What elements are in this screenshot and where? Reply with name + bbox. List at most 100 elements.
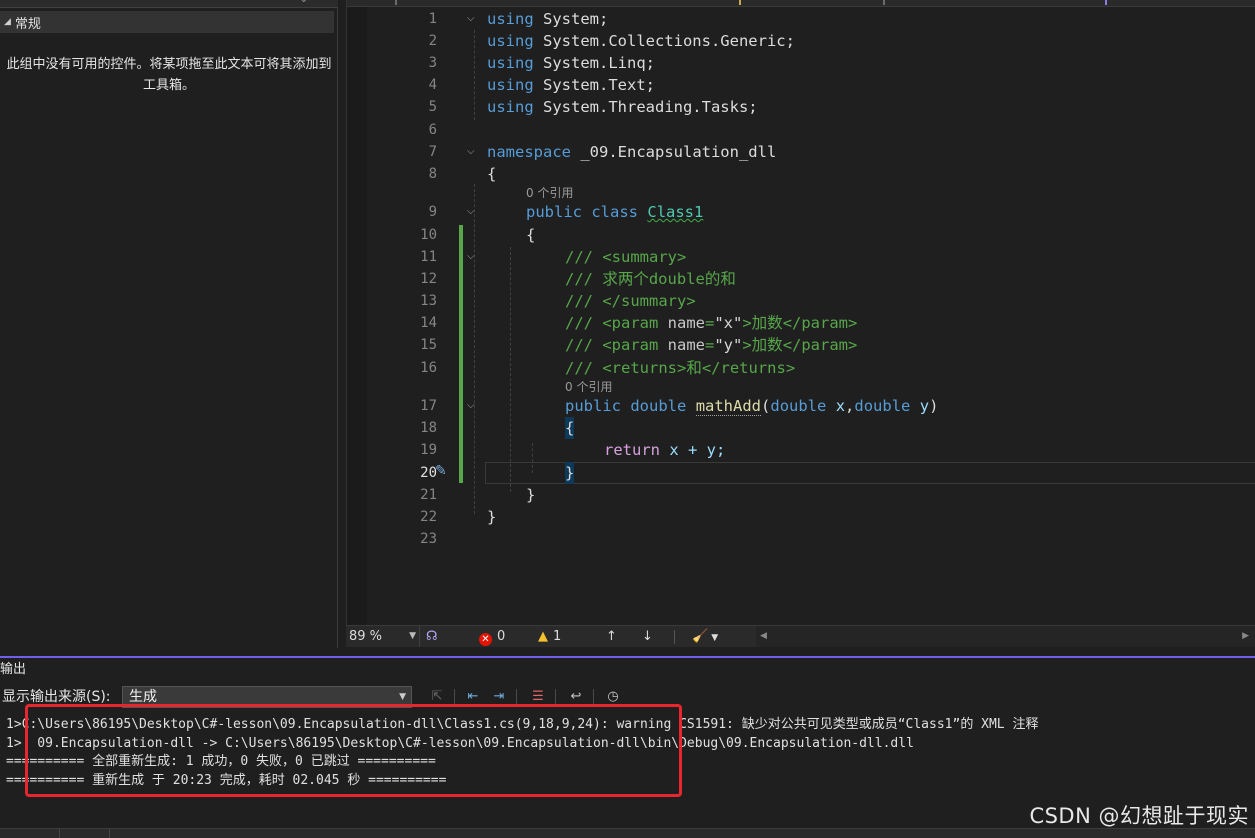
class-name[interactable]: Class1 bbox=[647, 203, 703, 221]
codelens-references[interactable]: 0 个引用 bbox=[526, 185, 573, 201]
namespace-name: _09.Encapsulation_dll bbox=[571, 143, 777, 161]
code-line[interactable]: 4 using System.Text; bbox=[347, 74, 1255, 96]
keyword: using bbox=[487, 54, 534, 72]
code-line[interactable]: 5 using System.Threading.Tasks; bbox=[347, 96, 1255, 118]
output-text[interactable]: 1>C:\Users\86195\Desktop\C#-lesson\09.En… bbox=[6, 716, 1038, 790]
timestamp-clock-icon[interactable]: ◷ bbox=[602, 686, 624, 708]
panel-splitter[interactable] bbox=[0, 648, 1255, 658]
keyword: public bbox=[565, 397, 621, 415]
code-line[interactable]: 23 bbox=[347, 528, 1255, 550]
editor-tab-strip[interactable] bbox=[347, 0, 1255, 7]
next-issue-arrow-icon[interactable]: ↓ bbox=[642, 626, 653, 647]
output-line: 1> 09.Encapsulation-dll -> C:\Users\8619… bbox=[6, 735, 914, 751]
code-line[interactable]: 17 ⌵ public double mathAdd(double x,doub… bbox=[347, 395, 1255, 417]
vertical-splitter[interactable] bbox=[338, 0, 346, 648]
keyword: using bbox=[487, 76, 534, 94]
goto-location-icon[interactable]: ⇱ bbox=[426, 686, 448, 708]
output-source-select[interactable]: 生成 ▼ bbox=[122, 686, 412, 708]
xml-tag: <param bbox=[602, 336, 668, 354]
fold-toggle-icon[interactable]: ⌵ bbox=[467, 8, 475, 30]
code-line[interactable]: 15 /// <param name="y">加数</param> bbox=[347, 334, 1255, 356]
line-number: 7 bbox=[428, 144, 437, 160]
chevron-down-icon: ▼ bbox=[399, 692, 406, 702]
brace: { bbox=[487, 165, 497, 183]
xml-value: "x" bbox=[714, 314, 743, 332]
code-line[interactable]: 3 using System.Linq; bbox=[347, 52, 1255, 74]
bottom-tab[interactable] bbox=[66, 829, 110, 838]
parameter: x bbox=[835, 397, 846, 415]
previous-message-icon[interactable]: ⇤ bbox=[462, 686, 484, 708]
fold-toggle-icon[interactable]: ⌵ bbox=[467, 141, 475, 163]
warning-count-value: 1 bbox=[553, 629, 562, 644]
scroll-right-icon[interactable]: ▶ bbox=[1242, 626, 1249, 647]
code-line[interactable]: 9 ⌵ public class Class1 bbox=[347, 201, 1255, 223]
fold-toggle-icon[interactable]: ⌵ bbox=[467, 395, 475, 417]
output-line: ========== 全部重新生成: 1 成功，0 失败，0 已跳过 =====… bbox=[6, 754, 436, 769]
editor-status-bar: 89 % ▼ ☊ ✕ 0 ▲ 1 ↑ ↓ 🧹 ▼ ◀ ▶ bbox=[346, 625, 1255, 647]
line-number: 14 bbox=[420, 315, 437, 331]
code-editor[interactable]: ✎ 1 ⌵ using System; 2 using System.Colle… bbox=[346, 0, 1255, 625]
toolbar-separator bbox=[555, 689, 556, 705]
toolbar-separator bbox=[593, 689, 594, 705]
output-source-value: 生成 bbox=[129, 689, 157, 705]
xml-value: "y" bbox=[714, 336, 743, 354]
code-line[interactable]: 11 ⌵ /// <summary> bbox=[347, 246, 1255, 268]
clear-all-icon[interactable]: ☰ bbox=[527, 686, 549, 708]
zoom-dropdown[interactable]: 89 % ▼ bbox=[346, 626, 420, 647]
code-line[interactable]: 19 return x + y; bbox=[347, 439, 1255, 461]
fold-toggle-icon[interactable]: ⌵ bbox=[467, 201, 475, 223]
toolbox-group-general[interactable]: ◢ 常规 bbox=[0, 11, 334, 33]
error-count[interactable]: ✕ 0 bbox=[479, 626, 505, 647]
code-line[interactable]: 10 { bbox=[347, 224, 1255, 246]
fold-toggle-icon[interactable]: ⌵ bbox=[467, 246, 475, 268]
code-line[interactable]: 18 { bbox=[347, 417, 1255, 439]
line-number: 19 bbox=[420, 442, 437, 458]
code-cleanup-brush-icon[interactable]: 🧹 ▼ bbox=[692, 626, 718, 649]
code-line-current[interactable]: 20 } bbox=[347, 462, 1255, 484]
line-number: 8 bbox=[428, 166, 437, 182]
tab-separator bbox=[883, 0, 885, 5]
code-line[interactable]: 1 ⌵ using System; bbox=[347, 8, 1255, 30]
bottom-tab[interactable] bbox=[0, 829, 60, 838]
intellicode-icon[interactable]: ☊ bbox=[426, 626, 438, 647]
toolbar-separator bbox=[454, 689, 455, 705]
xml-gt: > bbox=[742, 314, 752, 332]
doc-comment: /// bbox=[565, 336, 603, 354]
line-number: 3 bbox=[428, 55, 437, 71]
xml-eq: = bbox=[704, 314, 715, 332]
code-line[interactable]: 2 using System.Collections.Generic; bbox=[347, 30, 1255, 52]
horizontal-scrollbar[interactable]: ◀ ▶ bbox=[756, 626, 1255, 647]
line-number: 21 bbox=[420, 487, 437, 503]
method-name[interactable]: mathAdd bbox=[695, 397, 762, 416]
line-number: 2 bbox=[428, 33, 437, 49]
doc-comment: /// bbox=[565, 248, 603, 266]
code-line[interactable]: 21 } bbox=[347, 484, 1255, 506]
code-line[interactable]: 16 /// <returns>和</returns> bbox=[347, 357, 1255, 379]
code-line[interactable]: 22 } bbox=[347, 506, 1255, 528]
xml-gt: > bbox=[742, 336, 752, 354]
code-line[interactable]: 13 /// </summary> bbox=[347, 290, 1255, 312]
doc-comment: /// bbox=[565, 270, 603, 288]
line-number: 22 bbox=[420, 509, 437, 525]
brace: } bbox=[487, 508, 497, 526]
toolbox-search-box[interactable]: ⌄ bbox=[0, 0, 338, 8]
code-line[interactable]: 7 ⌵ namespace _09.Encapsulation_dll bbox=[347, 141, 1255, 163]
code-line[interactable]: 8 { bbox=[347, 163, 1255, 185]
paren: ) bbox=[929, 397, 939, 415]
brace-matched: { bbox=[565, 417, 575, 439]
next-message-icon[interactable]: ⇥ bbox=[488, 686, 510, 708]
line-number: 23 bbox=[420, 531, 437, 547]
word-wrap-icon[interactable]: ↩ bbox=[565, 686, 587, 708]
doc-comment: /// bbox=[565, 292, 603, 310]
scroll-left-icon[interactable]: ◀ bbox=[760, 626, 767, 647]
code-line[interactable]: 12 /// 求两个double的和 bbox=[347, 268, 1255, 290]
code-line[interactable]: 14 /// <param name="x">加数</param> bbox=[347, 312, 1255, 334]
warning-count[interactable]: ▲ 1 bbox=[538, 626, 561, 647]
zoom-level: 89 % bbox=[349, 629, 383, 644]
toolbox-group-label: 常规 bbox=[14, 16, 41, 32]
code-line[interactable]: 6 bbox=[347, 119, 1255, 141]
previous-issue-arrow-icon[interactable]: ↑ bbox=[606, 626, 617, 647]
line-number: 10 bbox=[420, 227, 437, 243]
toolbar-separator bbox=[516, 689, 517, 705]
codelens-references[interactable]: 0 个引用 bbox=[565, 379, 612, 395]
